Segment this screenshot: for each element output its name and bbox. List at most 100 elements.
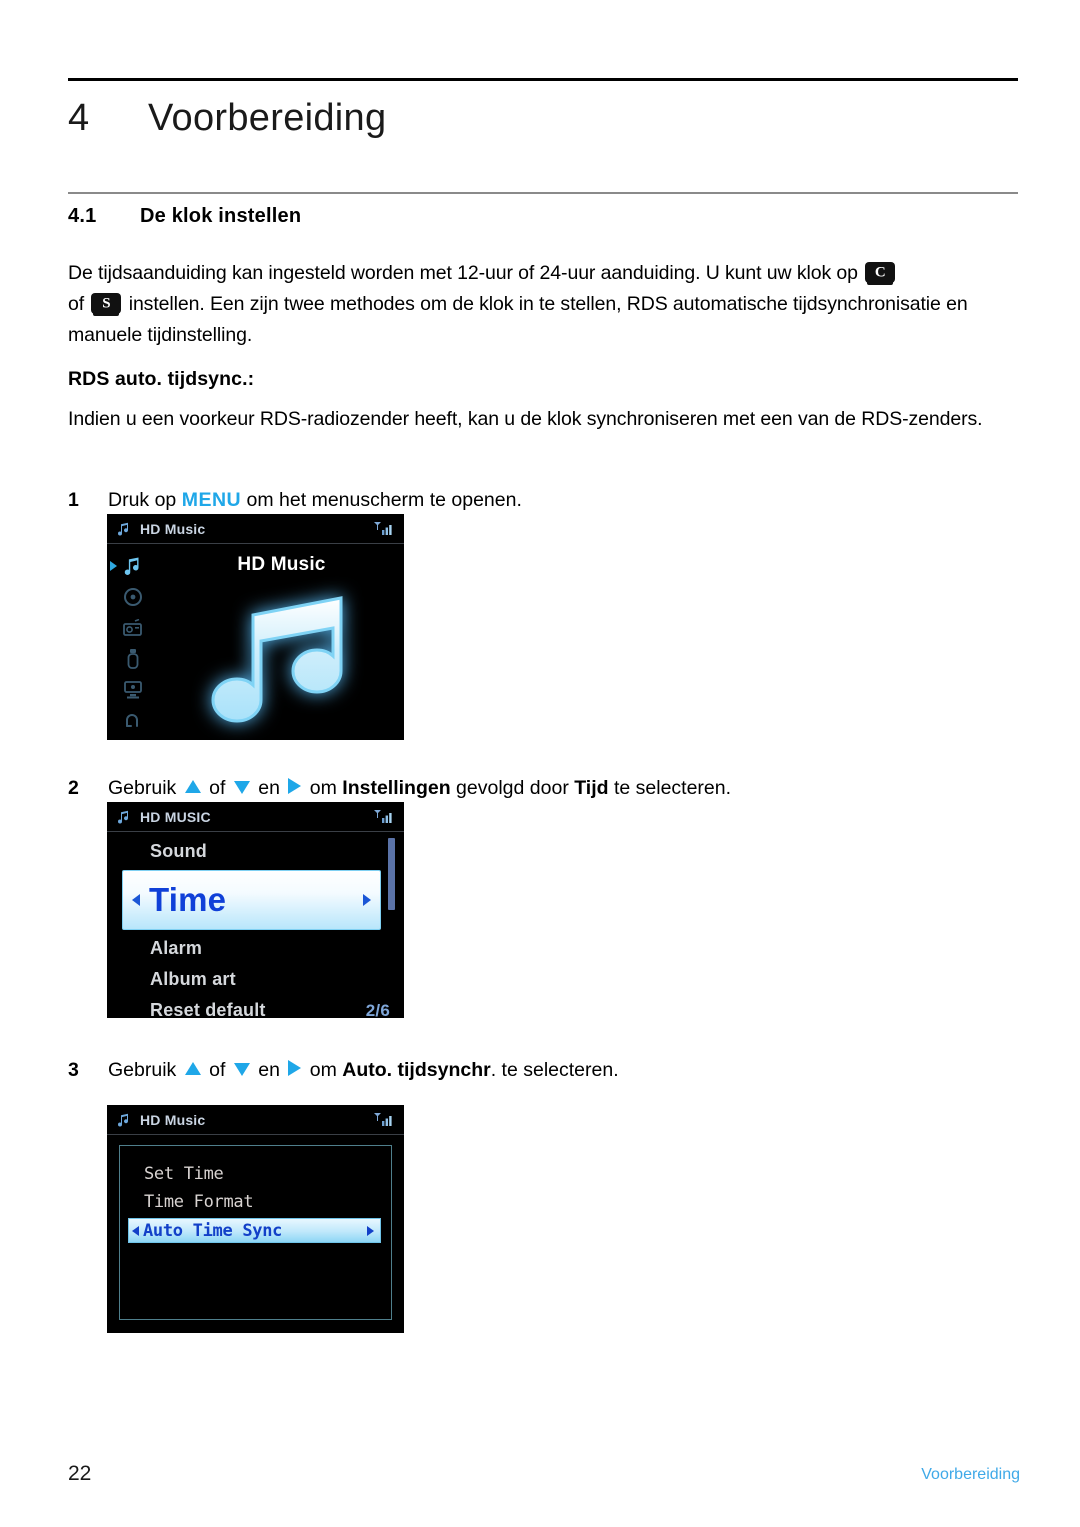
menu-row-alarm[interactable]: Alarm	[107, 933, 404, 964]
chapter-number: 4	[68, 97, 90, 139]
section-title: De klok instellen	[140, 205, 302, 227]
lcd3-title: HD Music	[140, 1111, 206, 1128]
step-2-text: Gebruik of en om Instellingen gevolgd do…	[108, 774, 1018, 802]
rail-item-radio[interactable]	[107, 612, 159, 643]
sleep-key-icon	[91, 293, 122, 314]
menu-row-time-selected[interactable]: Time	[122, 870, 381, 930]
submenu-row-auto-time-sync-selected[interactable]: Auto Time Sync	[128, 1218, 381, 1243]
lcd1-heading: HD Music	[237, 554, 326, 575]
submenu-label-time-format: Time Format	[144, 1192, 254, 1212]
signal-strength-icon	[373, 809, 395, 825]
menu-row-reset-default[interactable]: Reset default 2/6	[107, 995, 404, 1018]
step-2-number: 2	[68, 777, 79, 799]
music-note-icon	[116, 1112, 132, 1128]
lcd1-body: HD Music	[107, 544, 404, 740]
step-1-text: Druk op MENU om het menuscherm te openen…	[108, 486, 1018, 514]
lcd1-source-rail	[107, 544, 159, 740]
step-3-t3: en	[252, 1059, 286, 1081]
step-2-t6: te selecteren.	[608, 777, 732, 799]
menu-page-counter: 2/6	[365, 1000, 390, 1019]
submenu-label-set-time: Set Time	[144, 1164, 224, 1184]
step-3-number: 3	[68, 1059, 79, 1081]
lcd2-scrollbar[interactable]	[388, 838, 395, 910]
step-2-t2: of	[203, 777, 231, 799]
right-arrow-icon	[367, 1225, 374, 1236]
rds-subheading: RDS auto. tijdsync.:	[68, 368, 255, 390]
rail-selection-caret	[110, 560, 117, 571]
step-1-after: om het menuscherm te openen.	[241, 489, 522, 511]
clock-key-icon	[865, 262, 896, 283]
rail-item-hd-music[interactable]	[107, 550, 159, 581]
step-1: 1 Druk op MENU om het menuscherm te open…	[68, 486, 1018, 514]
step-2: 2 Gebruik of en om Instellingen gevolgd …	[68, 774, 1018, 802]
step-3-t2: of	[203, 1059, 231, 1081]
step-2-t4: om	[304, 777, 343, 799]
lcd2-body: Sound Time Alarm Album art Reset default…	[107, 832, 404, 1018]
section-number: 4.1	[68, 205, 97, 227]
signal-strength-icon	[373, 521, 395, 537]
signal-strength-icon	[373, 1112, 395, 1128]
lcd2-topbar: HD MUSIC	[107, 802, 404, 832]
rail-item-pc-link[interactable]	[107, 674, 159, 705]
step-3-text: Gebruik of en om Auto. tijdsynchr. te se…	[108, 1056, 1018, 1084]
step-3-t5: . te selecteren.	[490, 1059, 619, 1081]
lcd3-body: Set Time Time Format Auto Time Sync	[107, 1135, 404, 1332]
large-music-note-icon	[209, 588, 355, 731]
lcd-screenshot-settings: HD MUSIC Sound Time Alarm Album art Rese…	[107, 802, 404, 1018]
rail-item-return[interactable]	[107, 705, 159, 736]
menu-row-sound[interactable]: Sound	[107, 836, 404, 867]
down-arrow-icon	[233, 1063, 250, 1076]
down-arrow-icon	[233, 781, 250, 794]
lcd3-topbar: HD Music	[107, 1105, 404, 1135]
lcd1-title: HD Music	[140, 520, 206, 537]
footer-section-name: Voorbereiding	[921, 1466, 1020, 1483]
step-2-t1: Gebruik	[108, 777, 182, 799]
step-2-bold-instellingen: Instellingen	[342, 777, 451, 799]
step-3: 3 Gebruik of en om Auto. tijdsynchr. te …	[68, 1056, 1018, 1084]
step-3-t1: Gebruik	[108, 1059, 182, 1081]
manual-page: 4 Voorbereiding 4.1 De klok instellen De…	[0, 0, 1080, 1527]
menu-label-alarm: Alarm	[150, 938, 203, 958]
menu-label-reset-default: Reset default	[150, 1000, 266, 1018]
right-arrow-icon	[363, 894, 371, 906]
section-heading: 4.1 De klok instellen	[68, 205, 1018, 228]
menu-label-time: Time	[149, 881, 227, 918]
submenu-row-time-format[interactable]: Time Format	[120, 1188, 391, 1216]
lcd3-frame: Set Time Time Format Auto Time Sync	[119, 1145, 392, 1320]
step-2-t5: gevolgd door	[450, 777, 575, 799]
menu-row-album-art[interactable]: Album art	[107, 964, 404, 995]
step-3-t4: om	[304, 1059, 343, 1081]
music-note-icon	[116, 809, 132, 825]
intro-text-part3: instellen. Een zijn twee methodes om de …	[68, 293, 968, 346]
right-arrow-icon	[288, 1060, 302, 1076]
intro-paragraph: De tijdsaanduiding kan ingesteld worden …	[68, 258, 1020, 351]
left-arrow-icon	[132, 1225, 139, 1236]
menu-key-label: MENU	[181, 489, 242, 511]
right-arrow-icon	[288, 778, 302, 794]
step-3-bold-auto-tijdsynchr: Auto. tijdsynchr	[342, 1059, 491, 1081]
top-rule	[68, 78, 1018, 81]
menu-label-album-art: Album art	[150, 969, 236, 989]
rail-item-disc[interactable]	[107, 581, 159, 612]
lcd2-title: HD MUSIC	[140, 808, 211, 825]
lcd1-topbar: HD Music	[107, 514, 404, 544]
rds-paragraph: Indien u een voorkeur RDS-radiozender he…	[68, 408, 983, 430]
intro-text-part2: of	[68, 293, 90, 315]
menu-label-sound: Sound	[150, 841, 207, 861]
rail-item-usb[interactable]	[107, 643, 159, 674]
lcd-screenshot-time-menu: HD Music Set Time Time Format Auto Time …	[107, 1105, 404, 1333]
step-2-t3: en	[252, 777, 286, 799]
step-1-before: Druk op	[108, 489, 182, 511]
submenu-label-auto-time-sync: Auto Time Sync	[143, 1220, 283, 1241]
music-note-icon	[116, 521, 132, 537]
up-arrow-icon	[184, 1062, 201, 1075]
chapter-heading: 4 Voorbereiding	[68, 97, 1018, 157]
section-rule	[68, 192, 1018, 194]
intro-text-part1: De tijdsaanduiding kan ingesteld worden …	[68, 262, 864, 284]
submenu-row-set-time[interactable]: Set Time	[120, 1160, 391, 1188]
footer-page-number: 22	[68, 1462, 92, 1485]
step-1-number: 1	[68, 489, 79, 511]
step-2-bold-tijd: Tijd	[574, 777, 609, 799]
chapter-title: Voorbereiding	[148, 97, 387, 139]
left-arrow-icon	[132, 894, 140, 906]
